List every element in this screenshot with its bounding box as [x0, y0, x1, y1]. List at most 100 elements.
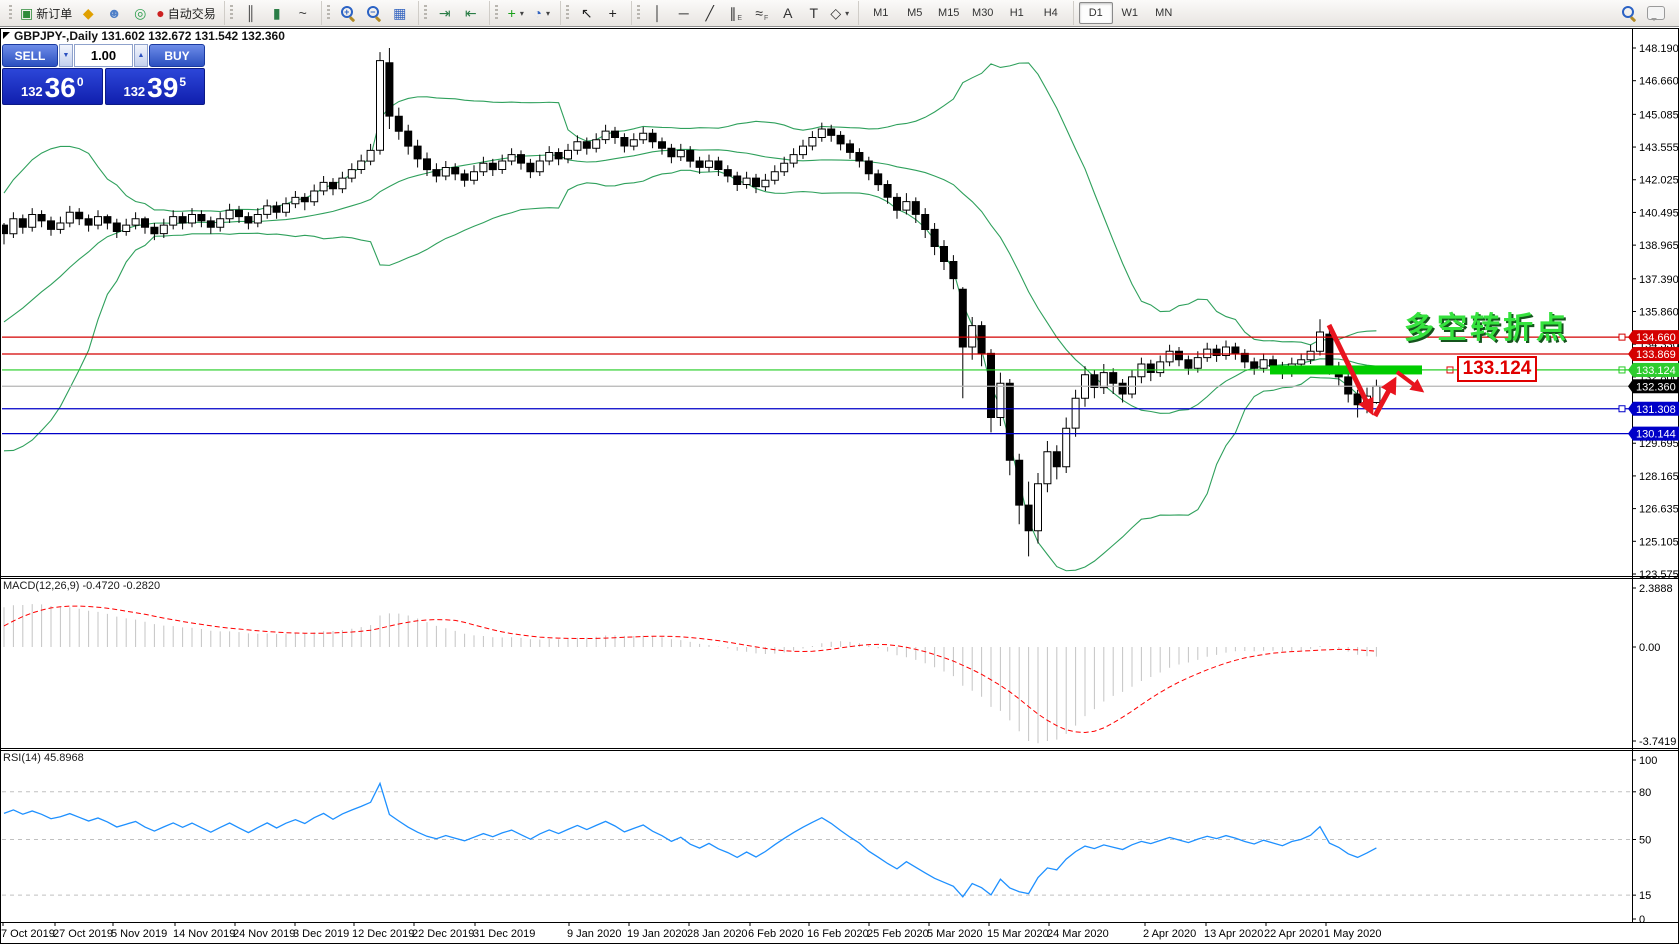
price-tick: 146.660 — [1639, 76, 1679, 88]
price-marker-134.660: 134.660 — [1628, 330, 1679, 344]
label-icon: T — [809, 2, 818, 24]
vertical-line-button[interactable]: │ — [645, 2, 671, 24]
indicators-button[interactable]: +▾ — [503, 2, 529, 24]
shapes-button[interactable]: ◇▾ — [827, 2, 853, 24]
timeframe-group: D1W1MN — [1073, 1, 1186, 25]
volume-decrease-button[interactable]: ▼ — [59, 44, 73, 67]
autotrade-button-label: 自动交易 — [168, 5, 216, 22]
price-chart: 148.190146.660145.085143.555142.025140.4… — [0, 0, 1679, 944]
crosshair-button[interactable]: + — [600, 2, 626, 24]
svg-text:133.124: 133.124 — [1636, 365, 1676, 377]
tile-windows-button[interactable]: ▦ — [387, 2, 413, 24]
buy-price-pip: 5 — [179, 75, 186, 89]
new-order-button[interactable]: ▣新订单 — [17, 2, 75, 24]
timeframe-D1[interactable]: D1 — [1079, 2, 1113, 24]
date-tick: 15 Mar 2020 — [987, 928, 1049, 940]
chat-icon[interactable] — [1647, 6, 1665, 20]
new-order-icon: ▣ — [20, 2, 33, 24]
toolbar-grip — [566, 5, 569, 21]
price-marker-131.308: 131.308 — [1628, 402, 1679, 416]
icon-subscript: E — [737, 15, 742, 22]
profile-button[interactable]: ☻ — [101, 2, 127, 24]
sell-button[interactable]: SELL — [2, 44, 58, 67]
date-tick: 5 Mar 2020 — [927, 928, 983, 940]
sell-price-pip: 0 — [77, 75, 84, 89]
dropdown-caret-icon: ▾ — [845, 9, 849, 18]
price-marker-132.360: 132.360 — [1628, 379, 1679, 393]
horizontal-line-button[interactable]: ─ — [671, 2, 697, 24]
price-tick: 126.635 — [1639, 504, 1679, 516]
buy-price-main: 39 — [147, 75, 178, 101]
price-tick: 142.025 — [1639, 175, 1679, 187]
zoom-in-button[interactable]: + — [335, 2, 361, 24]
dropdown-caret-icon: ▾ — [520, 9, 524, 18]
chart-style-icon: ◆ — [83, 2, 94, 24]
buy-price[interactable]: 132 39 5 — [105, 68, 206, 105]
triangle-down-icon: ▼ — [63, 52, 70, 59]
rsi-tick: 100 — [1639, 755, 1657, 767]
fibonacci-button[interactable]: ≈F — [749, 2, 775, 24]
indicators-icon: + — [508, 2, 516, 24]
tile-windows-icon: ▦ — [393, 2, 406, 24]
icon-subscript: F — [764, 15, 768, 22]
volume-input[interactable]: 1.00 — [74, 44, 133, 67]
date-tick: 1 May 2020 — [1324, 928, 1381, 940]
candlestick-chart-icon: ▮ — [273, 2, 281, 24]
timeframe-M5[interactable]: M5 — [898, 2, 932, 24]
line-handle — [1619, 334, 1625, 340]
price-tick: 140.495 — [1639, 207, 1679, 219]
chart-shift-button[interactable]: ⇤ — [458, 2, 484, 24]
timeframe-M30[interactable]: M30 — [966, 2, 1000, 24]
date-tick: 24 Nov 2019 — [233, 928, 295, 940]
dropdown-caret-icon: ▾ — [546, 9, 550, 18]
date-tick: 5 Nov 2019 — [111, 928, 167, 940]
auto-scroll-button[interactable]: ⇥ — [432, 2, 458, 24]
cursor-button[interactable]: ↖ — [574, 2, 600, 24]
date-tick: 22 Dec 2019 — [412, 928, 474, 940]
bar-chart-button[interactable]: ║ — [238, 2, 264, 24]
price-tick: 148.190 — [1639, 43, 1679, 55]
timeframe-M15[interactable]: M15 — [932, 2, 966, 24]
date-tick: 13 Apr 2020 — [1204, 928, 1263, 940]
text-icon: A — [783, 2, 792, 24]
autotrade-button[interactable]: ●自动交易 — [153, 2, 218, 24]
date-tick: 14 Nov 2019 — [173, 928, 235, 940]
price-tick: 143.555 — [1639, 142, 1679, 154]
search-icon[interactable] — [1621, 5, 1637, 21]
macd-tick: -3.7419 — [1639, 736, 1676, 748]
channel-button[interactable]: ∥E — [723, 2, 749, 24]
volume-increase-button[interactable]: ▲ — [134, 44, 148, 67]
svg-text:132.360: 132.360 — [1636, 381, 1676, 393]
timeframe-M1[interactable]: M1 — [864, 2, 898, 24]
trendline-button[interactable]: ╱ — [697, 2, 723, 24]
crosshair-icon: + — [609, 2, 617, 24]
candlestick-chart-button[interactable]: ▮ — [264, 2, 290, 24]
news-button[interactable]: ◎ — [127, 2, 153, 24]
price-marker-133.869: 133.869 — [1628, 347, 1679, 361]
price-tick: 128.165 — [1639, 471, 1679, 483]
trendline-icon: ╱ — [706, 2, 714, 24]
toolbar: ▣新订单◆☻◎●自动交易║▮~+−▦⇥⇤+▾◔▾↖+│─╱∥E≈FAT◇▾M1M… — [0, 0, 1679, 27]
rsi-indicator-label: RSI(14) 45.8968 — [3, 752, 84, 764]
toolbar-group: +▾◔▾ — [489, 1, 560, 25]
zoom-out-button[interactable]: − — [361, 2, 387, 24]
toolbar-grip — [9, 5, 12, 21]
buy-button[interactable]: BUY — [149, 44, 205, 67]
sell-price[interactable]: 132 36 0 — [2, 68, 103, 105]
timeframe-H1[interactable]: H1 — [1000, 2, 1034, 24]
line-chart-icon: ~ — [299, 2, 307, 24]
new-order-button-label: 新订单 — [36, 5, 72, 22]
timeframe-W1[interactable]: W1 — [1113, 2, 1147, 24]
periods-button[interactable]: ◔▾ — [529, 2, 555, 24]
zoom-out-icon: − — [366, 5, 382, 21]
text-button[interactable]: A — [775, 2, 801, 24]
chart-style-button[interactable]: ◆ — [75, 2, 101, 24]
shapes-icon: ◇ — [830, 2, 841, 24]
timeframe-MN[interactable]: MN — [1147, 2, 1181, 24]
svg-text:130.144: 130.144 — [1636, 429, 1676, 441]
timeframe-H4[interactable]: H4 — [1034, 2, 1068, 24]
line-chart-button[interactable]: ~ — [290, 2, 316, 24]
label-button[interactable]: T — [801, 2, 827, 24]
cursor-icon: ↖ — [581, 2, 593, 24]
price-tick: 135.860 — [1639, 306, 1679, 318]
